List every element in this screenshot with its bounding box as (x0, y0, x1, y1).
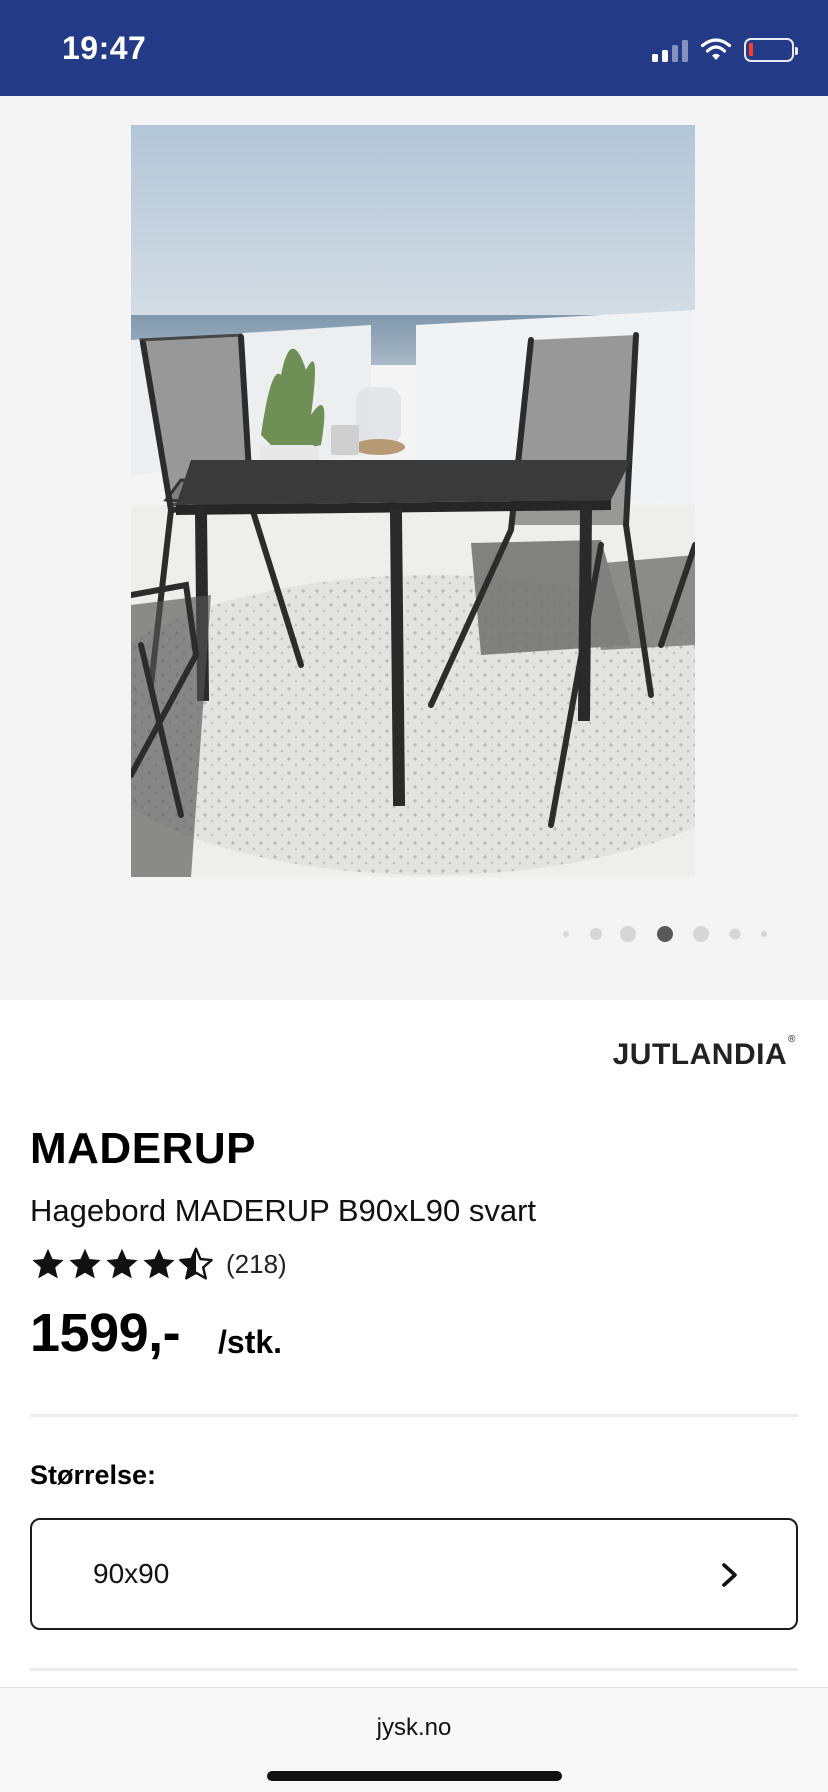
status-time: 19:47 (62, 30, 147, 66)
price-unit: /stk. (218, 1324, 283, 1360)
star-icon (69, 1248, 101, 1279)
gallery-dot[interactable] (693, 926, 709, 942)
home-indicator[interactable] (267, 1771, 562, 1781)
gallery-dot-active[interactable] (657, 926, 673, 942)
browser-address-bar[interactable]: jysk.no (0, 1687, 828, 1792)
product-image[interactable] (131, 125, 695, 877)
rating-count[interactable]: (218) (226, 1249, 287, 1280)
gallery-dot[interactable] (761, 931, 767, 937)
product-subtitle: Hagebord MADERUP B90xL90 svart (30, 1193, 537, 1228)
size-selected-value: 90x90 (93, 1558, 170, 1589)
rating-stars (30, 1246, 214, 1282)
star-icon (143, 1248, 175, 1279)
size-label: Størrelse: (30, 1460, 157, 1490)
gallery-dot[interactable] (729, 928, 741, 940)
star-half-icon (179, 1247, 213, 1280)
status-icons (652, 36, 798, 64)
brand-logo[interactable]: JUTLANDIA® (613, 1034, 796, 1072)
status-bar: 19:47 (0, 0, 828, 96)
gallery-dot[interactable] (590, 928, 602, 940)
star-icon (32, 1248, 64, 1279)
gallery-pagination[interactable] (0, 922, 828, 946)
product-rating[interactable]: (218) (30, 1246, 287, 1282)
battery-level (749, 43, 753, 56)
product-title: MADERUP (30, 1124, 256, 1173)
product-price: 1599,- (30, 1303, 181, 1363)
url-text[interactable]: jysk.no (0, 1714, 828, 1742)
wifi-icon (700, 38, 732, 60)
gallery-dot[interactable] (563, 931, 569, 937)
battery-icon (744, 38, 798, 62)
gallery-dot[interactable] (620, 926, 636, 942)
image-gallery[interactable] (0, 96, 828, 1000)
size-selector[interactable]: 90x90 (30, 1518, 798, 1630)
divider (30, 1414, 798, 1417)
star-icon (106, 1248, 138, 1279)
chevron-right-icon (722, 1563, 737, 1587)
signal-icon (652, 38, 688, 62)
divider (30, 1668, 798, 1671)
